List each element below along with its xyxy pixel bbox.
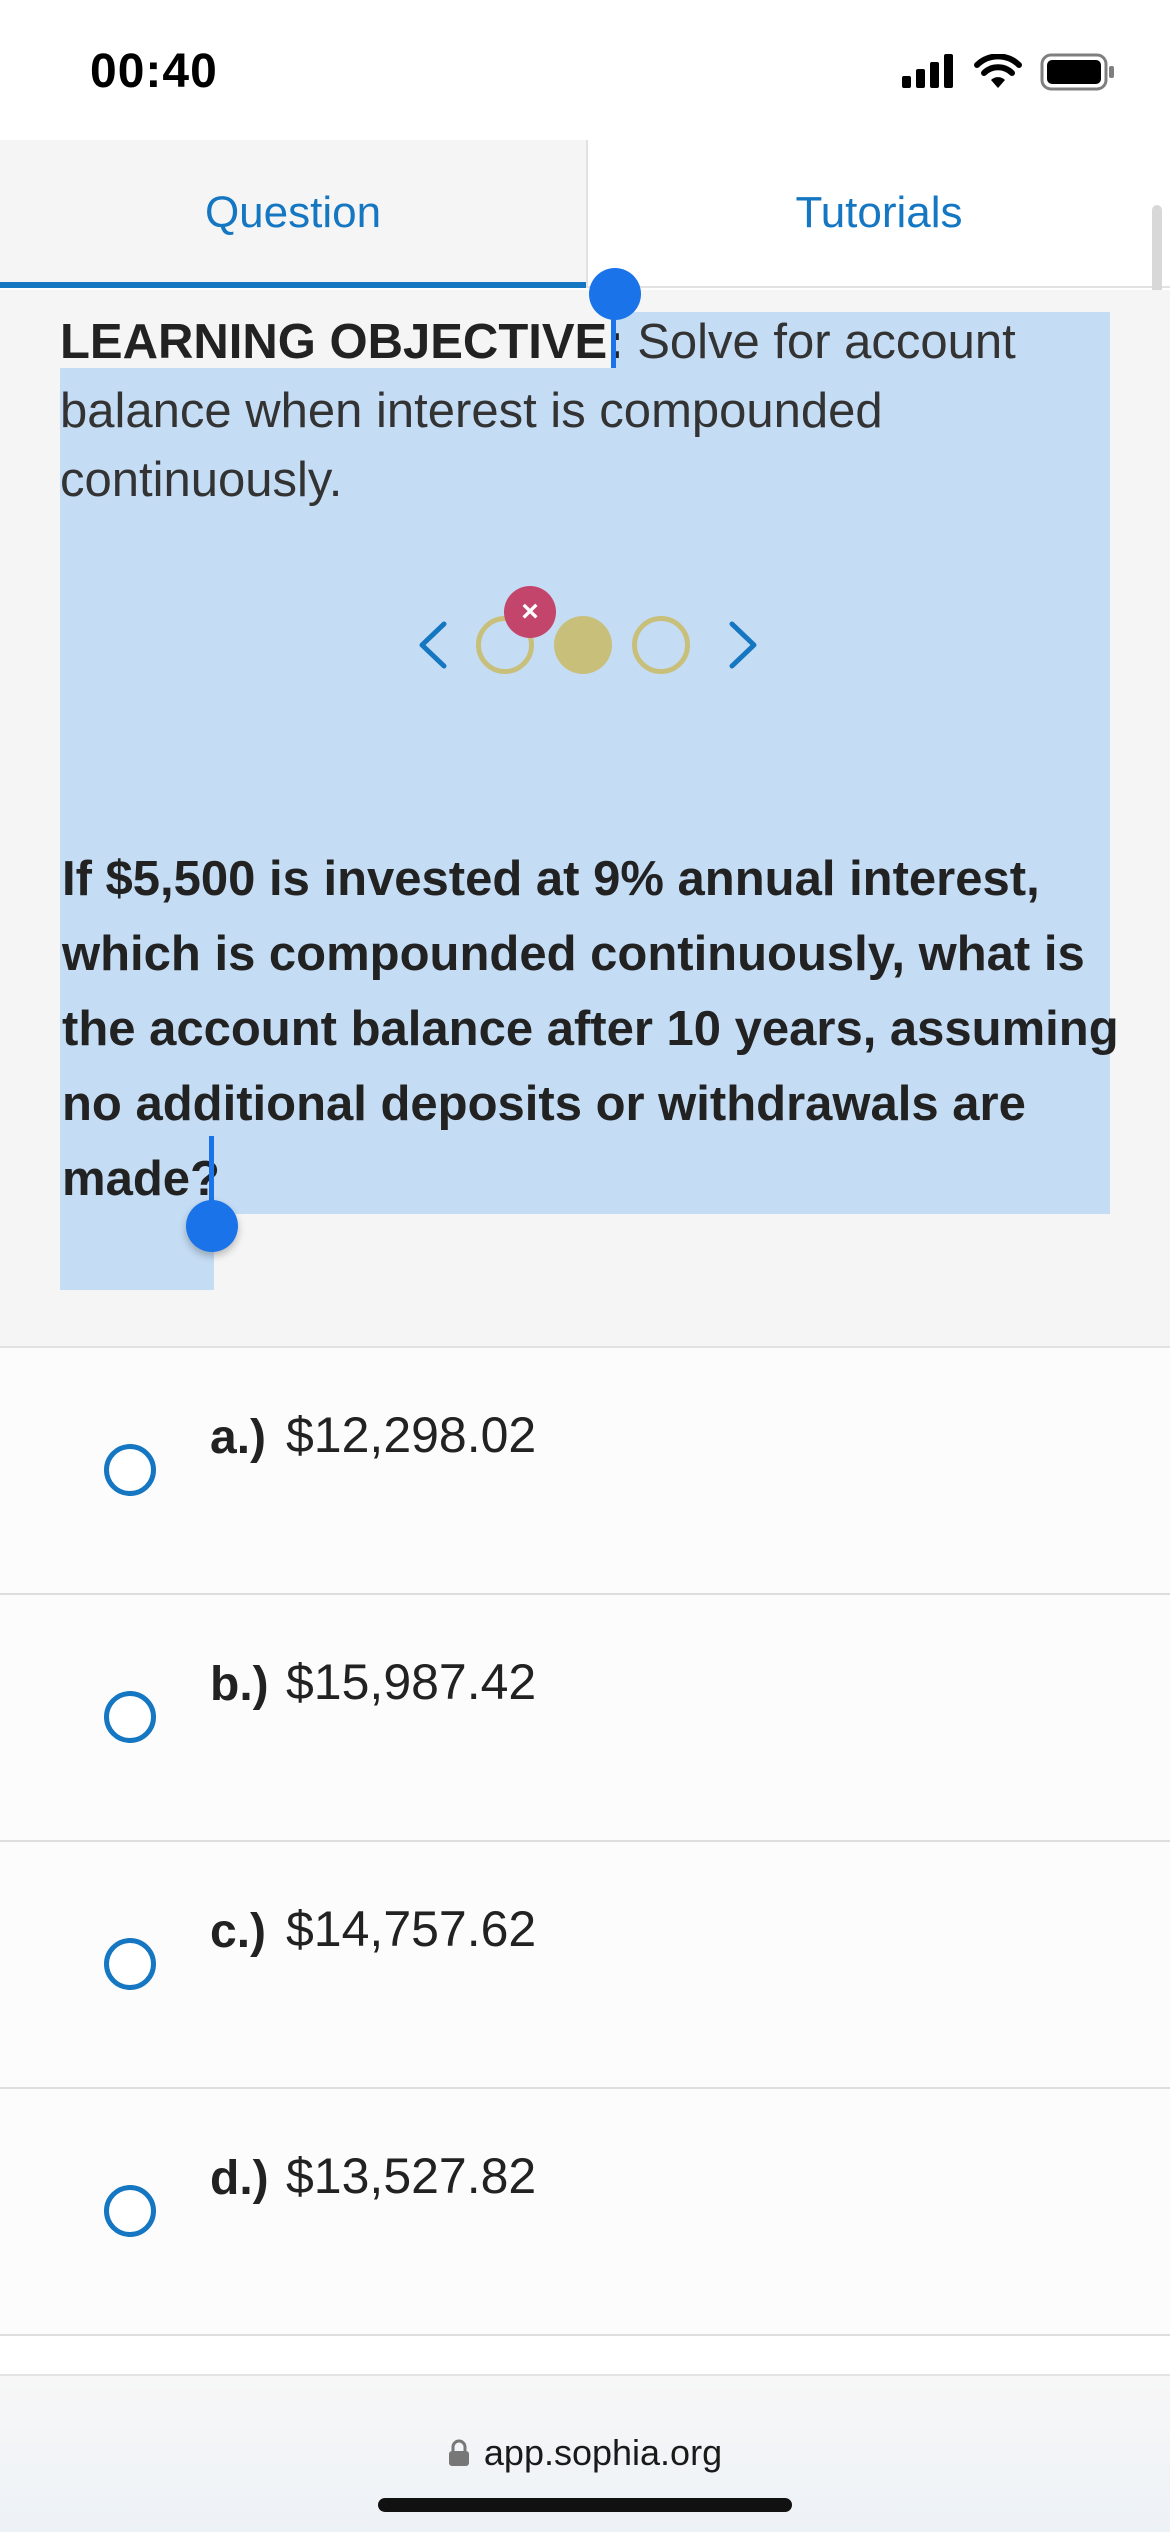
url-display[interactable]: app.sophia.org [0,2432,1170,2474]
answer-option-c[interactable]: c.) $14,757.62 [0,1842,1170,2089]
question-panel: LEARNING OBJECTIVE: Solve for account ba… [0,268,1170,1348]
url-text: app.sophia.org [483,2432,723,2473]
option-letter: c.) [210,1905,267,1958]
answer-options: a.) $12,298.02 b.) $15,987.42 c.) $14,75… [0,1348,1170,2336]
lock-icon [448,2439,469,2466]
status-time: 00:40 [90,45,218,98]
question-carousel: × [408,586,768,678]
carousel-dot-3[interactable] [632,616,690,674]
home-indicator[interactable] [378,2498,792,2512]
cellular-signal-icon [902,54,953,88]
status-icons [902,52,1116,92]
tab-bar: Question Tutorials [0,140,1170,288]
objective-label: LEARNING OBJECTIVE: [60,315,624,369]
status-bar: 00:40 [0,0,1170,140]
option-letter: a.) [210,1411,267,1464]
selection-start-handle[interactable] [589,268,641,320]
answer-option-a[interactable]: a.) $12,298.02 [0,1348,1170,1595]
question-prompt: If $5,500 is invested at 9% annual inter… [62,852,1119,1206]
battery-icon [1040,53,1114,91]
selection-end-handle[interactable] [186,1200,238,1252]
answer-option-d[interactable]: d.) $13,527.82 [0,2089,1170,2336]
radio-button[interactable] [104,1938,156,1990]
radio-button[interactable] [104,2185,156,2237]
option-letter: d.) [210,2152,269,2205]
option-letter: b.) [210,1658,269,1711]
incorrect-badge-icon: × [504,586,556,638]
wifi-icon [974,54,1022,88]
carousel-dot-2[interactable] [554,616,612,674]
tab-tutorials[interactable]: Tutorials [586,140,1170,286]
tab-question[interactable]: Question [0,140,586,288]
answer-option-b[interactable]: b.) $15,987.42 [0,1595,1170,1842]
browser-address-bar[interactable]: app.sophia.org [0,2374,1170,2532]
option-value: $13,527.82 [286,2148,537,2204]
option-value: $12,298.02 [286,1407,537,1463]
option-value: $15,987.42 [286,1654,537,1710]
option-value: $14,757.62 [286,1901,537,1957]
radio-button[interactable] [104,1691,156,1743]
chevron-left-icon[interactable] [408,618,462,672]
chevron-right-icon[interactable] [714,618,768,672]
learning-objective: LEARNING OBJECTIVE: Solve for account ba… [60,308,1120,515]
radio-button[interactable] [104,1444,156,1496]
